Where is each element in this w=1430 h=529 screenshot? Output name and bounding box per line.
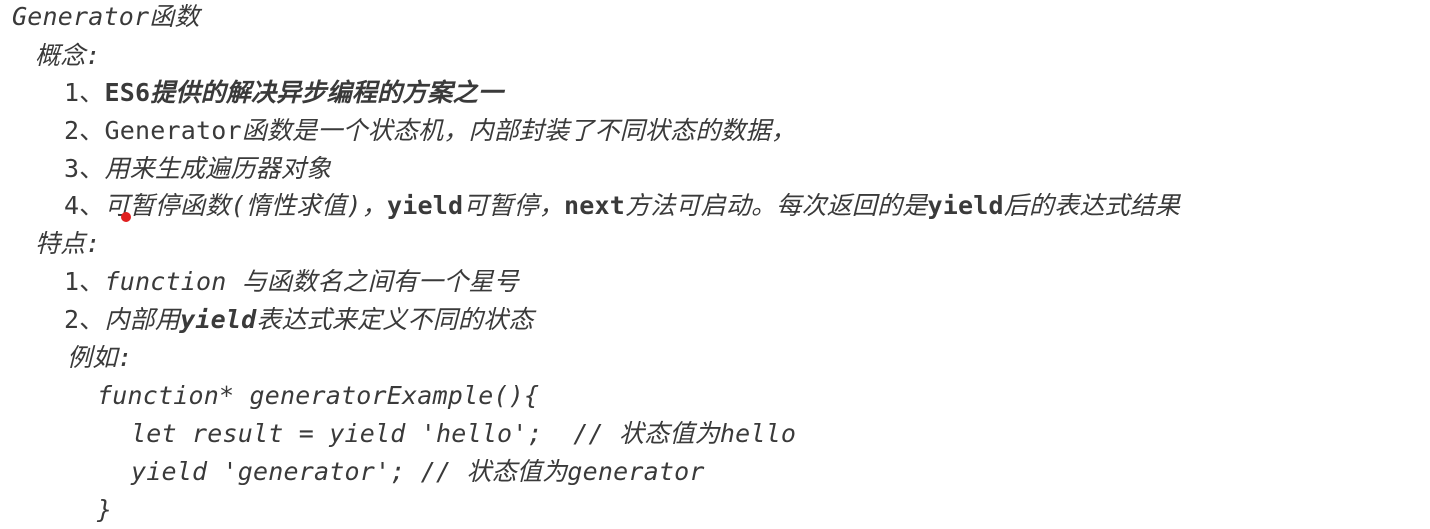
- item-number: 3、: [64, 154, 105, 183]
- item-text: 提供的解决异步编程的方案之一: [150, 78, 504, 107]
- concept-item-4: 4、可暂停函数(惰性求值)，yield可暂停，next方法可启动。每次返回的是y…: [64, 191, 1180, 221]
- item-text: 表达式来定义不同的状态: [256, 305, 534, 334]
- code-line: yield 'generator'; // 状态值为generator: [131, 457, 705, 486]
- item-text: 方法可启动。每次返回的是: [625, 191, 928, 220]
- code-line: }: [97, 495, 113, 524]
- item-text: 用来生成遍历器对象: [104, 154, 332, 183]
- item-text: 与函数名之间有一个星号: [241, 267, 519, 296]
- item-number: 1、: [64, 78, 105, 107]
- concepts-heading: 概念:: [35, 41, 101, 70]
- item-number: 4、: [64, 191, 105, 220]
- feature-item-2: 2、内部用yield表达式来定义不同的状态: [64, 305, 534, 335]
- item-text: 函数是一个状态机，内部封装了不同状态的数据，: [241, 116, 797, 145]
- item-number: 1、: [64, 267, 105, 296]
- feature-item-1: 1、function 与函数名之间有一个星号: [64, 267, 519, 297]
- item-keyword: next: [564, 191, 626, 220]
- document: Generator函数 概念: 1、ES6提供的解决异步编程的方案之一 2、Ge…: [0, 0, 1430, 529]
- concept-item-2: 2、Generator函数是一个状态机，内部封装了不同状态的数据，: [64, 116, 796, 146]
- doc-title: Generator函数: [12, 2, 200, 31]
- concept-item-1: 1、ES6提供的解决异步编程的方案之一: [64, 78, 503, 108]
- item-text: 后的表达式结果: [1003, 191, 1181, 220]
- item-keyword: yield: [180, 305, 257, 334]
- item-text: 可暂停函数(惰性求值)，: [104, 191, 387, 220]
- code-line: let result = yield 'hello'; // 状态值为hello: [131, 419, 797, 448]
- item-text: ES6: [104, 78, 151, 107]
- example-label: 例如:: [67, 343, 133, 372]
- item-keyword: yield: [386, 191, 464, 220]
- item-keyword: function: [104, 267, 242, 296]
- item-number: 2、: [64, 305, 105, 334]
- annotation-dot: [121, 212, 131, 222]
- item-text: 可暂停，: [463, 191, 565, 220]
- item-keyword: yield: [927, 191, 1004, 220]
- item-number: 2、: [64, 116, 105, 145]
- item-text: Generator: [104, 116, 242, 145]
- concept-item-3: 3、用来生成遍历器对象: [64, 154, 331, 184]
- features-heading: 特点:: [35, 229, 101, 258]
- code-line: function* generatorExample(){: [97, 381, 540, 410]
- item-text: 内部用: [104, 305, 181, 334]
